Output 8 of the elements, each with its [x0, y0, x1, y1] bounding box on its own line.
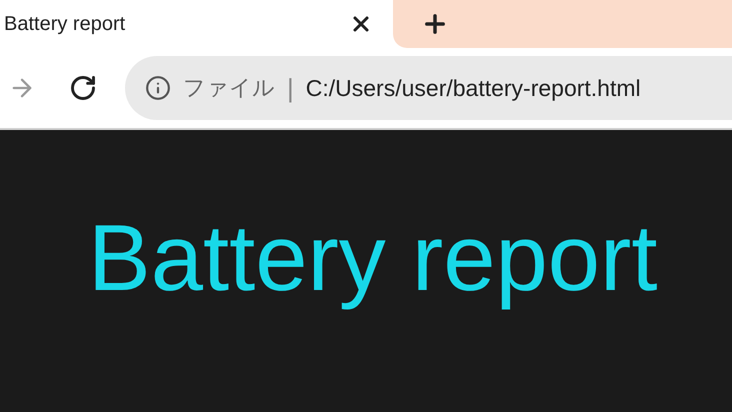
scheme-label: ファイル — [183, 74, 275, 102]
info-icon — [145, 75, 171, 101]
address-bar[interactable]: ファイル | C:/Users/user/battery-report.html — [125, 56, 732, 120]
tab-title: Battery report — [4, 12, 126, 37]
reload-icon[interactable] — [69, 74, 97, 102]
page-heading: Battery report — [88, 204, 658, 312]
url-text: C:/Users/user/battery-report.html — [306, 74, 641, 103]
separator: | — [287, 72, 294, 104]
